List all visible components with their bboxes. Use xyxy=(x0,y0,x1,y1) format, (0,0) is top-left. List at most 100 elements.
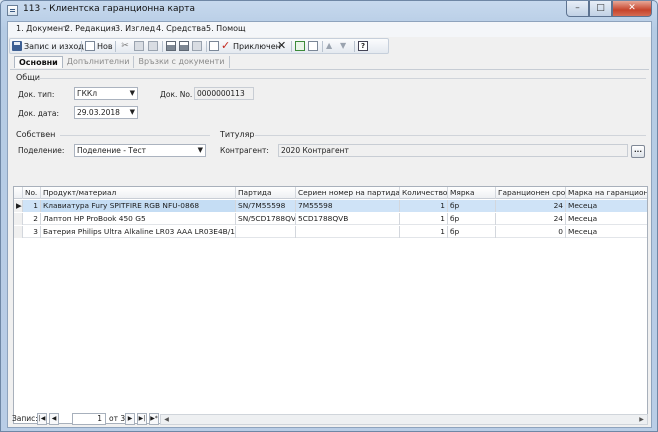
column-header[interactable]: Партида xyxy=(236,187,296,199)
first-record-button[interactable]: |◀ xyxy=(37,413,47,425)
warranty-unit-cell[interactable]: Месеца xyxy=(566,213,647,225)
refresh-button[interactable] xyxy=(295,40,305,52)
column-header[interactable]: Продукт/материал xyxy=(41,187,236,199)
new-button[interactable]: Нов xyxy=(85,40,113,52)
select-contractor-button[interactable]: ... xyxy=(631,145,645,158)
column-header[interactable]: Количество xyxy=(400,187,448,199)
serial-cell[interactable]: 5CD1788QVB xyxy=(296,213,400,225)
chevron-down-icon[interactable]: ▼ xyxy=(130,107,135,118)
group-divider xyxy=(38,78,646,79)
quantity-cell[interactable]: 1 xyxy=(400,226,448,238)
doc-no-label: Док. No. xyxy=(160,90,193,99)
horizontal-scrollbar[interactable]: ◀ ▶ xyxy=(160,414,648,425)
unit-cell[interactable]: бр xyxy=(448,200,496,212)
copy-button[interactable] xyxy=(134,40,144,52)
unit-cell[interactable]: бр xyxy=(448,226,496,238)
column-header[interactable]: Сериен номер на партида xyxy=(296,187,400,199)
close-button[interactable]: ✕ xyxy=(612,1,652,17)
table-row[interactable]: 2 Лаптоп HP ProBook 450 G5 SN/5CD1788QVB… xyxy=(14,213,647,225)
paste-button[interactable] xyxy=(148,40,158,52)
menu-help[interactable]: 5. Помощ xyxy=(206,24,246,33)
table-row[interactable]: 3 Батерия Philips Ultra Alkaline LR03 AA… xyxy=(14,226,647,238)
accepted-button[interactable]: ✓ Приключен xyxy=(221,40,281,52)
column-header[interactable]: Марка на гаранционен срок xyxy=(566,187,647,199)
column-header[interactable]: Гаранционен срок xyxy=(496,187,566,199)
move-down-button[interactable]: ▼ xyxy=(340,40,350,52)
doc-type-value: ГККл xyxy=(77,89,98,98)
serial-cell[interactable]: 7M55598 xyxy=(296,200,400,212)
tab-additional[interactable]: Допълнителни xyxy=(63,56,135,68)
maximize-button[interactable]: □ xyxy=(589,1,612,17)
serial-cell[interactable] xyxy=(296,226,400,238)
toolbar-separator xyxy=(115,41,116,52)
group-divider xyxy=(60,135,210,136)
menu-view[interactable]: 3. Изглед xyxy=(115,24,155,33)
unit-cell[interactable]: бр xyxy=(448,213,496,225)
menu-edit[interactable]: 2. Редакция xyxy=(65,24,116,33)
previous-record-button[interactable]: ◀ xyxy=(49,413,59,425)
move-up-button[interactable]: ▲ xyxy=(326,40,336,52)
chevron-down-icon[interactable]: ▼ xyxy=(130,88,135,99)
arrow-up-icon: ▲ xyxy=(326,41,333,50)
warranty-unit-cell[interactable]: Месеца xyxy=(566,200,647,212)
title-bar[interactable]: 113 - Клиентска гаранционна карта – □ ✕ xyxy=(1,1,657,21)
cancel-button[interactable]: ✕ xyxy=(277,40,287,52)
tab-strip: Основни Допълнителни Връзки с документи xyxy=(14,56,230,69)
column-header[interactable]: Мярка xyxy=(448,187,496,199)
new-label: Нов xyxy=(97,41,113,51)
doc-date-value: 29.03.2018 xyxy=(77,108,120,117)
doc-date-label: Док. дата: xyxy=(18,109,60,118)
product-cell[interactable]: Клавиатура Fury SPITFIRE RGB NFU-0868 xyxy=(41,200,236,212)
warranty-cell[interactable]: 24 xyxy=(496,213,566,225)
quantity-cell[interactable]: 1 xyxy=(400,200,448,212)
current-row-indicator-icon: ▶ xyxy=(14,200,23,212)
save-and-exit-button[interactable]: Запис и изход xyxy=(12,40,84,52)
last-record-button[interactable]: ▶| xyxy=(137,413,147,425)
blank-document-button[interactable] xyxy=(308,40,318,52)
product-cell[interactable]: Лаптоп HP ProBook 450 G5 xyxy=(41,213,236,225)
export-icon xyxy=(192,41,202,51)
warranty-cell[interactable]: 24 xyxy=(496,200,566,212)
print-button[interactable] xyxy=(166,40,176,52)
record-label: Запис: xyxy=(12,414,38,423)
batch-cell[interactable] xyxy=(236,226,296,238)
accepted-label: Приключен xyxy=(233,41,281,51)
next-record-button[interactable]: ▶ xyxy=(125,413,135,425)
scroll-left-icon[interactable]: ◀ xyxy=(161,415,172,424)
grid-header: No. Продукт/материал Партида Сериен номе… xyxy=(14,187,647,199)
doc-type-select[interactable]: ГККл ▼ xyxy=(74,87,138,100)
record-total-text: от 3 xyxy=(109,414,126,423)
minimize-button[interactable]: – xyxy=(566,1,589,17)
table-row[interactable]: ▶ 1 Клавиатура Fury SPITFIRE RGB NFU-086… xyxy=(14,200,647,212)
tab-main[interactable]: Основни xyxy=(14,56,63,68)
tab-document-links[interactable]: Връзки с документи xyxy=(134,56,230,68)
paste-icon xyxy=(148,41,158,51)
help-button[interactable]: ? xyxy=(358,40,368,52)
attachment-button[interactable] xyxy=(209,40,219,52)
scroll-right-icon[interactable]: ▶ xyxy=(636,415,647,424)
batch-cell[interactable]: SN/7M55598 xyxy=(236,200,296,212)
menu-document[interactable]: 1. Документ xyxy=(16,24,68,33)
print-preview-button[interactable] xyxy=(179,40,189,52)
new-record-button[interactable]: ▶* xyxy=(149,413,159,425)
record-number-input[interactable]: 1 xyxy=(72,413,106,425)
export-button[interactable] xyxy=(192,40,202,52)
window-controls: – □ ✕ xyxy=(566,1,652,18)
cut-button[interactable]: ✂ xyxy=(120,40,130,52)
doc-date-picker[interactable]: 29.03.2018 ▼ xyxy=(74,106,138,119)
quantity-cell[interactable]: 1 xyxy=(400,213,448,225)
division-select[interactable]: Поделение - Тест ▼ xyxy=(74,144,206,157)
warranty-cell[interactable]: 0 xyxy=(496,226,566,238)
row-number: 3 xyxy=(23,226,41,238)
column-header[interactable]: No. xyxy=(23,187,41,199)
chevron-down-icon[interactable]: ▼ xyxy=(198,145,203,156)
batch-cell[interactable]: SN/5CD1788QVB xyxy=(236,213,296,225)
product-cell[interactable]: Батерия Philips Ultra Alkaline LR03 AAA … xyxy=(41,226,236,238)
toolbar-separator xyxy=(206,41,207,52)
menu-tools[interactable]: 4. Средства xyxy=(156,24,206,33)
contractor-field[interactable]: 2020 Контрагент xyxy=(278,144,628,157)
group-divider xyxy=(255,135,646,136)
toolbar: Запис и изход Нов ✂ ✓ Приключен ✕ ▲ ▼ ? xyxy=(9,38,389,54)
row-number: 1 xyxy=(23,200,41,212)
warranty-unit-cell[interactable]: Месеца xyxy=(566,226,647,238)
